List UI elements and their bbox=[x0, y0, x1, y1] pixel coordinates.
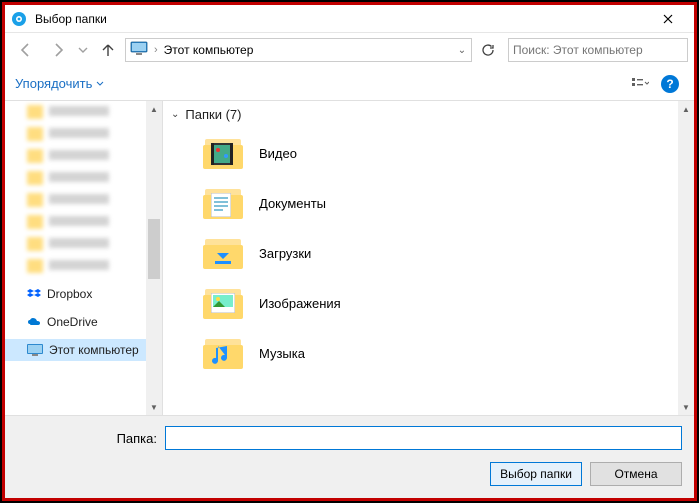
folder-icon bbox=[27, 149, 43, 163]
pc-icon bbox=[27, 344, 43, 356]
folder-input-label: Папка: bbox=[17, 431, 157, 446]
scroll-up-icon[interactable]: ▲ bbox=[682, 101, 690, 117]
sidebar-item-label bbox=[49, 105, 109, 119]
titlebar: Выбор папки bbox=[5, 5, 694, 33]
breadcrumb-separator-icon: › bbox=[152, 44, 160, 56]
scroll-down-icon[interactable]: ▼ bbox=[682, 399, 690, 415]
folder-icon bbox=[27, 193, 43, 207]
folder-icon bbox=[203, 285, 245, 321]
chevron-down-icon: ⌄ bbox=[171, 109, 179, 120]
help-icon: ? bbox=[661, 75, 679, 93]
folder-item[interactable]: Загрузки bbox=[203, 228, 694, 278]
sidebar: Dropbox OneDrive Этот компьютер ▲ ▼ bbox=[5, 101, 163, 415]
sidebar-item[interactable] bbox=[5, 167, 162, 189]
address-bar[interactable]: › Этот компьютер ⌄ bbox=[125, 38, 472, 62]
sidebar-item[interactable] bbox=[5, 101, 162, 123]
chevron-down-icon bbox=[96, 80, 104, 88]
sidebar-item[interactable]: Dropbox bbox=[5, 283, 162, 305]
folder-icon bbox=[27, 259, 43, 273]
sidebar-item[interactable] bbox=[5, 123, 162, 145]
view-options-button[interactable] bbox=[626, 71, 654, 97]
folder-icon bbox=[27, 237, 43, 251]
folder-icon bbox=[27, 127, 43, 141]
folder-label: Видео bbox=[259, 146, 297, 161]
sidebar-item-label bbox=[49, 127, 109, 141]
sidebar-item[interactable]: OneDrive bbox=[5, 311, 162, 333]
nav-forward-button[interactable] bbox=[43, 37, 73, 63]
scroll-down-icon[interactable]: ▼ bbox=[150, 399, 158, 415]
folder-label: Документы bbox=[259, 196, 326, 211]
folder-item[interactable]: Музыка bbox=[203, 328, 694, 378]
folder-item[interactable]: Изображения bbox=[203, 278, 694, 328]
sidebar-item[interactable] bbox=[5, 211, 162, 233]
folder-item[interactable]: Видео bbox=[203, 128, 694, 178]
sidebar-item[interactable] bbox=[5, 233, 162, 255]
folder-icon bbox=[27, 105, 43, 119]
breadcrumb[interactable]: Этот компьютер bbox=[160, 43, 258, 57]
search-input[interactable] bbox=[513, 43, 683, 57]
scroll-thumb[interactable] bbox=[148, 219, 160, 279]
folder-icon bbox=[27, 215, 43, 229]
folder-icon bbox=[203, 235, 245, 271]
group-header-label: Папки (7) bbox=[185, 107, 241, 122]
nav-recent-dropdown[interactable] bbox=[75, 37, 91, 63]
address-dropdown-icon[interactable]: ⌄ bbox=[453, 45, 471, 56]
scroll-up-icon[interactable]: ▲ bbox=[150, 101, 158, 117]
sidebar-item[interactable] bbox=[5, 255, 162, 277]
nav-back-button[interactable] bbox=[11, 37, 41, 63]
folder-item[interactable]: Документы bbox=[203, 178, 694, 228]
folder-input[interactable] bbox=[165, 426, 682, 450]
cancel-button[interactable]: Отмена bbox=[590, 462, 682, 486]
dropbox-icon bbox=[27, 287, 41, 301]
sidebar-item[interactable]: Этот компьютер bbox=[5, 339, 162, 361]
folder-icon bbox=[27, 171, 43, 185]
organize-label: Упорядочить bbox=[15, 76, 92, 91]
close-button[interactable] bbox=[648, 6, 688, 32]
main-content: ⌄ Папки (7) Видео Документы Загрузки Изобра… bbox=[163, 101, 694, 415]
search-box[interactable] bbox=[508, 38, 688, 62]
onedrive-icon bbox=[27, 315, 41, 329]
sidebar-item[interactable] bbox=[5, 189, 162, 211]
help-button[interactable]: ? bbox=[656, 71, 684, 97]
sidebar-item-label bbox=[49, 193, 109, 207]
sidebar-item-label: Этот компьютер bbox=[49, 343, 139, 357]
select-folder-button[interactable]: Выбор папки bbox=[490, 462, 582, 486]
sidebar-scrollbar[interactable]: ▲ ▼ bbox=[146, 101, 162, 415]
sidebar-item-label: Dropbox bbox=[47, 287, 92, 301]
organize-button[interactable]: Упорядочить bbox=[15, 76, 104, 91]
navigation-bar: › Этот компьютер ⌄ bbox=[5, 33, 694, 67]
main-scrollbar[interactable]: ▲ ▼ bbox=[678, 101, 694, 415]
app-icon bbox=[11, 11, 27, 27]
folder-label: Изображения bbox=[259, 296, 341, 311]
sidebar-item[interactable] bbox=[5, 145, 162, 167]
body-area: Dropbox OneDrive Этот компьютер ▲ ▼ ⌄ Папк… bbox=[5, 101, 694, 415]
sidebar-item-label bbox=[49, 215, 109, 229]
sidebar-item-label bbox=[49, 149, 109, 163]
sidebar-item-label: OneDrive bbox=[47, 315, 98, 329]
sidebar-item-label bbox=[49, 237, 109, 251]
folder-label: Музыка bbox=[259, 346, 305, 361]
folder-icon bbox=[203, 335, 245, 371]
toolbar: Упорядочить ? bbox=[5, 67, 694, 101]
folder-icon bbox=[203, 135, 245, 171]
bottom-panel: Папка: Выбор папки Отмена bbox=[5, 415, 694, 498]
folder-input-row: Папка: bbox=[17, 426, 682, 450]
dialog-window: Выбор папки › Этот компьютер ⌄ bbox=[2, 2, 697, 501]
folder-label: Загрузки bbox=[259, 246, 311, 261]
group-header[interactable]: ⌄ Папки (7) bbox=[163, 101, 694, 128]
sidebar-item-label bbox=[49, 171, 109, 185]
folder-icon bbox=[203, 185, 245, 221]
window-title: Выбор папки bbox=[35, 12, 648, 26]
refresh-button[interactable] bbox=[476, 38, 500, 62]
nav-up-button[interactable] bbox=[93, 37, 123, 63]
sidebar-item-label bbox=[49, 259, 109, 273]
pc-icon bbox=[130, 41, 148, 60]
